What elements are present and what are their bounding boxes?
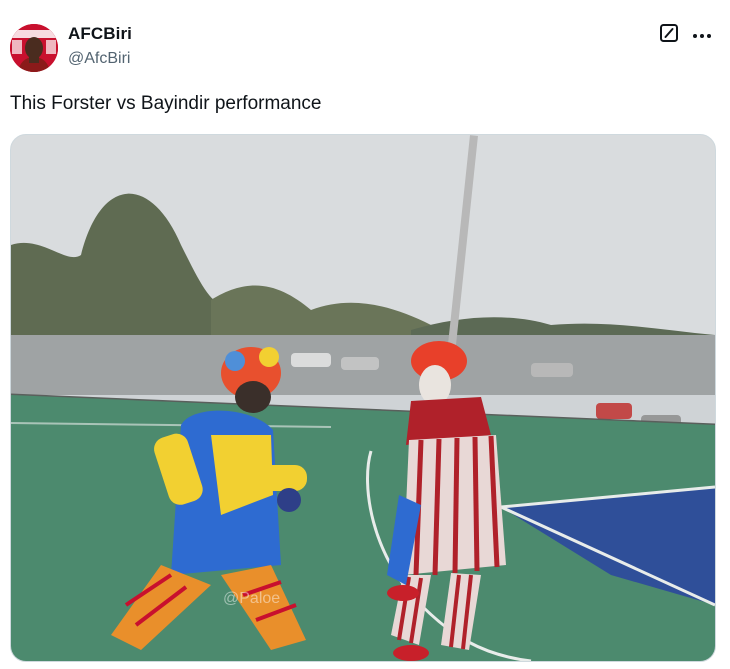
- media-scene: @Paloe: [11, 135, 715, 661]
- more-icon: [692, 26, 712, 44]
- more-button[interactable]: [688, 22, 716, 48]
- tweet: AFCBiri @AfcBiri This Forster vs Bayindi…: [0, 0, 730, 669]
- handle[interactable]: @AfcBiri: [68, 50, 130, 68]
- avatar[interactable]: [10, 24, 58, 72]
- tweet-text: This Forster vs Bayindir performance: [10, 93, 322, 114]
- display-name[interactable]: AFCBiri: [68, 24, 132, 44]
- grok-button[interactable]: [658, 23, 680, 48]
- grok-icon: [659, 23, 679, 48]
- tweet-media[interactable]: @Paloe: [10, 134, 716, 662]
- media-watermark: @Paloe: [223, 590, 280, 607]
